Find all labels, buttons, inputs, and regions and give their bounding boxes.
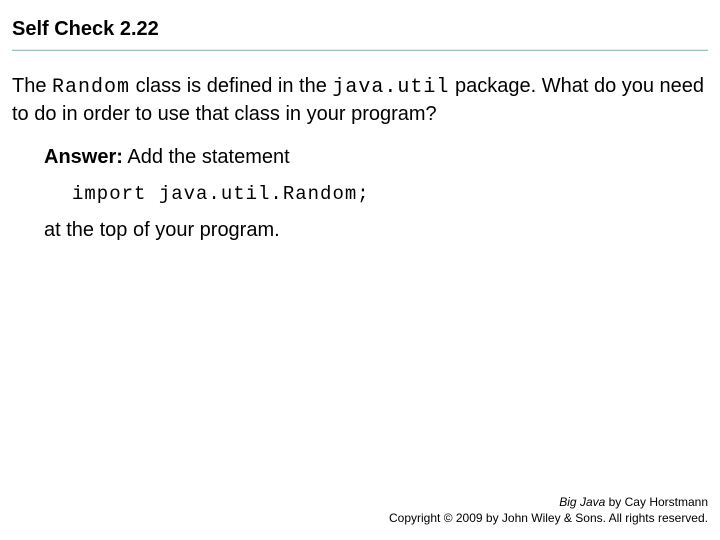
- footer: Big Java by Cay Horstmann Copyright © 20…: [389, 494, 708, 526]
- question-code1: Random: [52, 76, 130, 99]
- slide-title: Self Check 2.22: [12, 18, 708, 47]
- footer-book: Big Java: [559, 495, 605, 509]
- answer-code: import java.util.Random;: [44, 183, 708, 205]
- answer-block: Answer: Add the statement import java.ut…: [12, 146, 708, 242]
- answer-line: Answer: Add the statement: [44, 146, 708, 169]
- footer-copyright: Copyright © 2009 by John Wiley & Sons. A…: [389, 510, 708, 526]
- question-text: The Random class is defined in the java.…: [12, 73, 708, 128]
- title-divider: [12, 49, 708, 51]
- footer-line1: Big Java by Cay Horstmann: [389, 494, 708, 510]
- question-part2: class is defined in the: [130, 75, 332, 97]
- question-code2: java.util: [332, 76, 449, 99]
- answer-label: Answer:: [44, 146, 123, 168]
- question-part1: The: [12, 75, 52, 97]
- footer-author: by Cay Horstmann: [605, 495, 708, 509]
- answer-closing: at the top of your program.: [44, 219, 708, 242]
- answer-text: Add the statement: [123, 146, 290, 168]
